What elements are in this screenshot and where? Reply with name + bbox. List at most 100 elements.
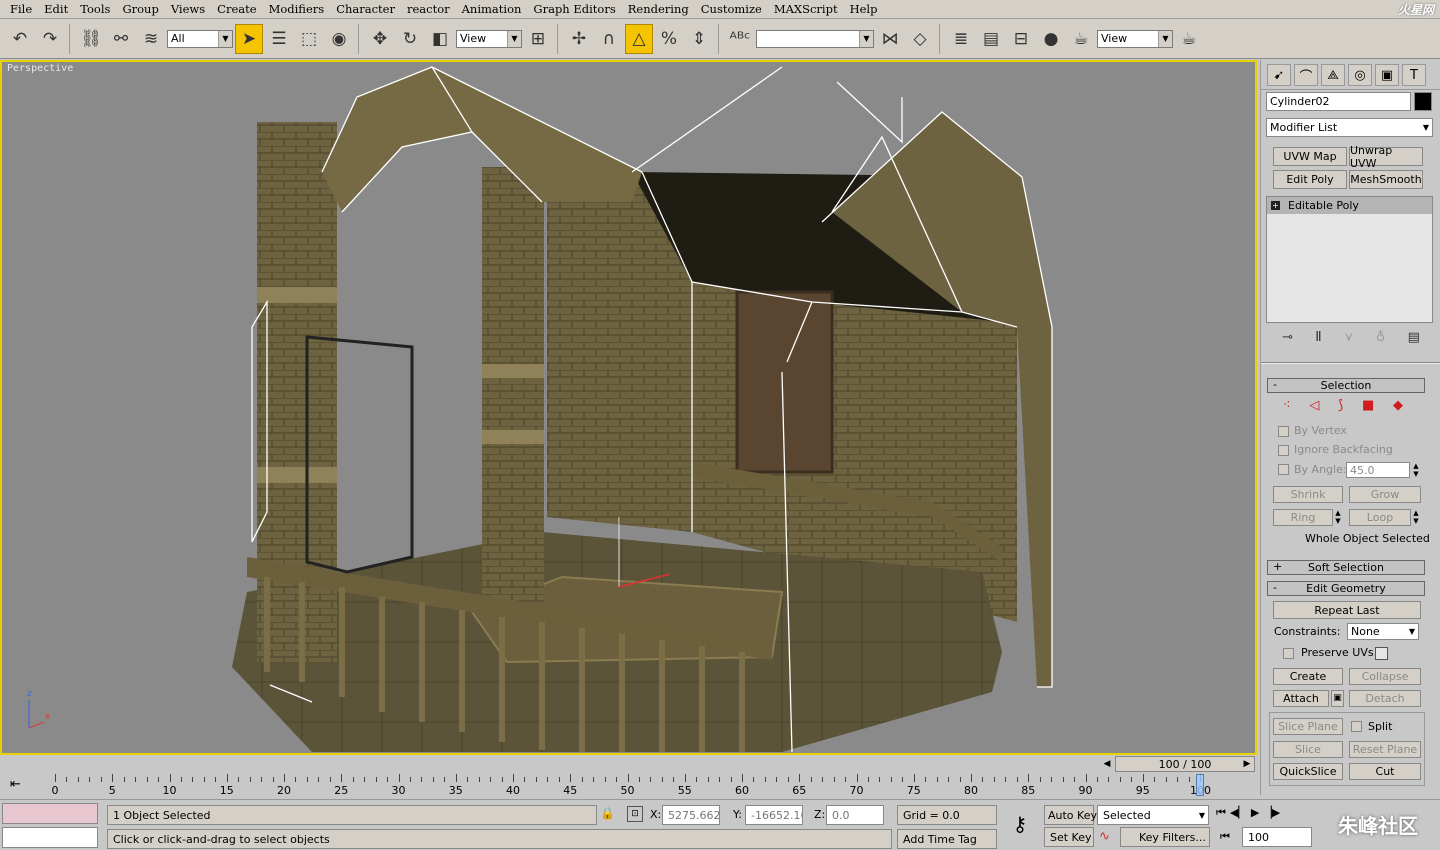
loop-spinner-icon[interactable]: ▲ ▼ xyxy=(1411,509,1421,526)
named-selection-dropdown[interactable]: ▼ xyxy=(756,29,874,48)
modify-tab-icon[interactable]: ⌒ xyxy=(1294,64,1318,86)
mirror-icon[interactable]: ⋈ xyxy=(876,24,904,54)
select-and-link-icon[interactable]: ⛓ xyxy=(77,24,105,54)
slice-button[interactable]: Slice xyxy=(1273,741,1343,758)
select-object-icon[interactable]: ➤ xyxy=(235,23,263,54)
snap-3d-icon[interactable]: ∩ xyxy=(595,24,623,54)
pin-stack-icon[interactable]: ⊸ xyxy=(1282,330,1293,350)
play-icon[interactable]: ▶ xyxy=(1251,806,1259,824)
menu-rendering[interactable]: Rendering xyxy=(622,2,695,16)
preserve-uvs-settings-icon[interactable] xyxy=(1375,647,1388,660)
menu-group[interactable]: Group xyxy=(116,2,164,16)
absolute-mode-icon[interactable]: ⊡ xyxy=(627,806,643,822)
menu-create[interactable]: Create xyxy=(211,2,262,16)
auto-key-button[interactable]: Auto Key xyxy=(1044,805,1097,825)
schematic-view-icon[interactable]: ⊟ xyxy=(1007,24,1035,54)
menu-character[interactable]: Character xyxy=(330,2,401,16)
unwrap-uvw-button[interactable]: Unwrap UVW xyxy=(1349,144,1423,170)
detach-button[interactable]: Detach xyxy=(1349,690,1421,707)
curve-editor-icon[interactable]: ▤ xyxy=(977,24,1005,54)
meshsmooth-button[interactable]: MeshSmooth xyxy=(1349,170,1423,189)
spinner-snap-icon[interactable]: ⇕ xyxy=(685,24,713,54)
menu-animation[interactable]: Animation xyxy=(456,2,528,16)
hierarchy-tab-icon[interactable]: ⟁ xyxy=(1321,64,1345,86)
scale-icon[interactable]: ◧ xyxy=(426,24,454,54)
by-angle-checkbox[interactable] xyxy=(1278,464,1289,475)
key-tangent-icon[interactable]: ∿ xyxy=(1099,829,1117,848)
edit-poly-button[interactable]: Edit Poly xyxy=(1273,170,1347,189)
maxscript-output-field[interactable] xyxy=(2,827,98,848)
percent-snap-icon[interactable]: % xyxy=(655,24,683,54)
key-mode-icon[interactable]: ⚷ xyxy=(1003,812,1037,838)
shrink-button[interactable]: Shrink xyxy=(1273,486,1343,503)
repeat-last-button[interactable]: Repeat Last xyxy=(1273,601,1421,619)
edit-named-sel-icon[interactable]: ᴬᴮᶜ xyxy=(726,24,754,54)
angle-spinner-field[interactable]: 45.0 xyxy=(1346,462,1410,478)
attach-list-icon[interactable]: ▣ xyxy=(1331,690,1344,707)
spinner-arrows-icon[interactable]: ▲ ▼ xyxy=(1411,462,1421,478)
stack-item[interactable]: + Editable Poly xyxy=(1267,197,1432,214)
uvw-map-button[interactable]: UVW Map xyxy=(1273,147,1347,166)
display-tab-icon[interactable]: ▣ xyxy=(1375,64,1399,86)
z-coord-field[interactable]: 0.0 xyxy=(826,805,884,825)
constraints-dropdown[interactable]: None ▼ xyxy=(1347,623,1419,640)
render-view-dropdown[interactable]: View ▼ xyxy=(1097,29,1173,48)
menu-maxscript[interactable]: MAXScript xyxy=(768,2,844,16)
redo-icon[interactable]: ↷ xyxy=(36,24,64,54)
pivot-center-icon[interactable]: ⊞ xyxy=(524,24,552,54)
time-slider[interactable]: 100 / 100 xyxy=(1115,756,1255,772)
vertex-mode-icon[interactable]: ⁖ xyxy=(1283,398,1291,416)
undo-icon[interactable]: ↶ xyxy=(6,24,34,54)
menu-views[interactable]: Views xyxy=(165,2,211,16)
modifier-list-dropdown[interactable]: Modifier List ▼ xyxy=(1266,118,1433,137)
bind-space-warp-icon[interactable]: ≋ xyxy=(137,24,165,54)
preserve-uvs-checkbox[interactable] xyxy=(1283,648,1294,659)
quick-render-icon[interactable]: ☕ xyxy=(1175,24,1203,54)
set-key-button[interactable]: Set Key xyxy=(1044,827,1094,847)
object-name-field[interactable]: Cylinder02 xyxy=(1266,92,1411,111)
quickslice-button[interactable]: QuickSlice xyxy=(1273,763,1343,780)
select-by-name-icon[interactable]: ☰ xyxy=(265,24,293,54)
make-unique-icon[interactable]: ⋎ xyxy=(1344,330,1354,350)
manipulate-icon[interactable]: ✢ xyxy=(565,24,593,54)
soft-selection-rollout-header[interactable]: + Soft Selection xyxy=(1267,560,1425,575)
material-editor-icon[interactable]: ● xyxy=(1037,24,1065,54)
window-crossing-icon[interactable]: ◉ xyxy=(325,24,353,54)
current-frame-field[interactable]: 100 xyxy=(1242,827,1312,847)
prev-key-icon[interactable]: ◀▏ xyxy=(1230,806,1247,824)
menu-reactor[interactable]: reactor xyxy=(401,2,456,16)
track-bar[interactable]: 0510152025303540455055606570758085909510… xyxy=(0,774,1260,800)
split-checkbox[interactable] xyxy=(1351,721,1362,732)
cut-button[interactable]: Cut xyxy=(1349,763,1421,780)
goto-start-icon[interactable]: ⏮ xyxy=(1216,806,1226,824)
remove-modifier-icon[interactable]: ♁ xyxy=(1376,330,1386,350)
element-mode-icon[interactable]: ◆ xyxy=(1393,398,1403,416)
selection-rollout-header[interactable]: - Selection xyxy=(1267,378,1425,393)
show-end-result-icon[interactable]: Ⅱ xyxy=(1315,330,1321,350)
selection-filter-dropdown[interactable]: All ▼ xyxy=(167,29,233,48)
polygon-mode-icon[interactable]: ■ xyxy=(1362,398,1374,416)
menu-graph-editors[interactable]: Graph Editors xyxy=(527,2,621,16)
reference-coord-dropdown[interactable]: View ▼ xyxy=(456,29,522,48)
motion-tab-icon[interactable]: ◎ xyxy=(1348,64,1372,86)
lock-selection-icon[interactable]: 🔒 xyxy=(600,806,615,820)
menu-customize[interactable]: Customize xyxy=(695,2,768,16)
loop-button[interactable]: Loop xyxy=(1349,509,1411,526)
key-step-icon[interactable]: ⏮ xyxy=(1220,830,1230,844)
slice-plane-button[interactable]: Slice Plane xyxy=(1273,718,1343,735)
next-key-icon[interactable]: ▕▶ xyxy=(1263,806,1280,824)
layer-manager-icon[interactable]: ≣ xyxy=(947,24,975,54)
rotate-icon[interactable]: ↻ xyxy=(396,24,424,54)
ring-spinner-icon[interactable]: ▲ ▼ xyxy=(1333,509,1343,526)
menu-file[interactable]: File xyxy=(4,2,38,16)
grow-button[interactable]: Grow xyxy=(1349,486,1421,503)
unlink-icon[interactable]: ⚯ xyxy=(107,24,135,54)
object-color-swatch[interactable] xyxy=(1414,92,1432,111)
border-mode-icon[interactable]: ⟆ xyxy=(1338,398,1343,416)
menu-edit[interactable]: Edit xyxy=(38,2,74,16)
utilities-tab-icon[interactable]: T xyxy=(1402,64,1426,86)
edit-geometry-rollout-header[interactable]: - Edit Geometry xyxy=(1267,581,1425,596)
maxscript-listener-field[interactable] xyxy=(2,803,98,824)
move-icon[interactable]: ✥ xyxy=(366,24,394,54)
current-frame-marker[interactable] xyxy=(1196,774,1204,796)
